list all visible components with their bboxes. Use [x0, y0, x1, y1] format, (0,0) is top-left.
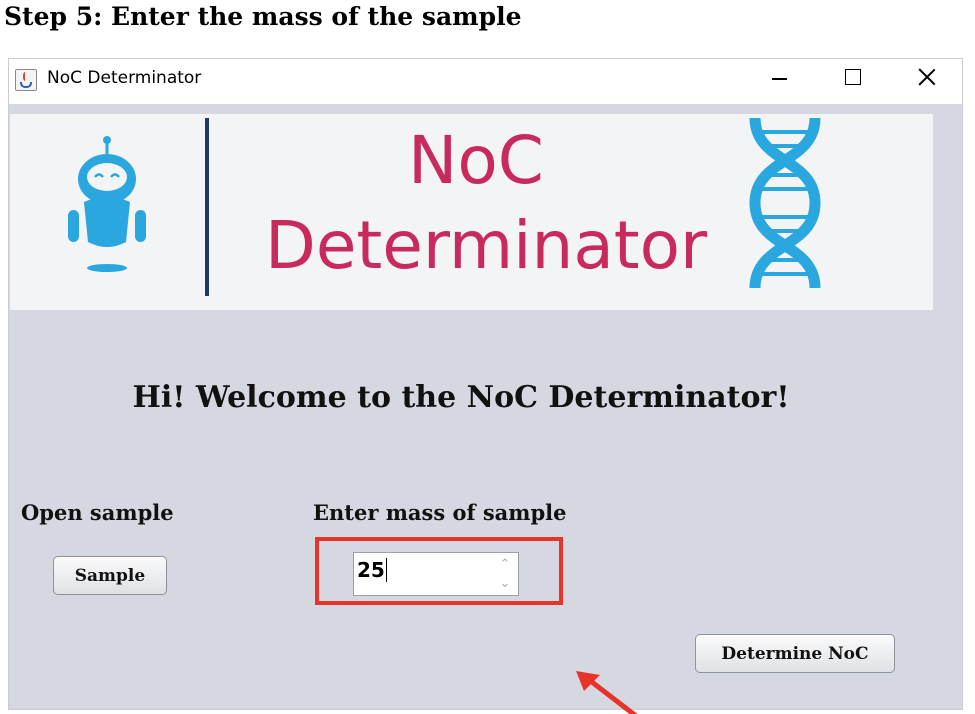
determine-noc-button[interactable]: Determine NoC — [695, 634, 895, 673]
sample-button[interactable]: Sample — [53, 556, 167, 595]
spinner-arrows[interactable]: ⌃ ⌄ — [494, 555, 516, 593]
mass-input[interactable]: 25 — [357, 558, 387, 582]
banner-divider — [205, 118, 209, 296]
banner-title-line1: NoC — [408, 122, 544, 199]
dna-icon — [749, 118, 821, 288]
mass-label: Enter mass of sample — [313, 500, 567, 525]
window-title: NoC Determinator — [47, 68, 202, 88]
spin-up-icon[interactable]: ⌃ — [494, 555, 516, 574]
arrow-pointer-icon — [576, 671, 638, 714]
banner-title-line2: Determinator — [265, 207, 708, 284]
open-sample-label: Open sample — [21, 500, 174, 525]
app-banner: NoC Determinator — [10, 114, 933, 310]
maximize-icon[interactable] — [827, 59, 879, 99]
minimize-icon[interactable] — [753, 59, 805, 99]
robot-icon — [68, 136, 146, 272]
step-heading: Step 5: Enter the mass of the sample — [4, 2, 522, 31]
title-bar: NoC Determinator — [9, 59, 962, 104]
welcome-text: Hi! Welcome to the NoC Determinator! — [132, 380, 790, 415]
close-icon[interactable] — [901, 59, 953, 99]
spin-down-icon[interactable]: ⌄ — [494, 574, 516, 593]
mass-spinner[interactable]: 25 ⌃ ⌄ — [353, 552, 519, 596]
app-window: NoC Determinator NoC Determinator Hi! We… — [8, 58, 963, 714]
java-app-icon — [15, 69, 37, 91]
